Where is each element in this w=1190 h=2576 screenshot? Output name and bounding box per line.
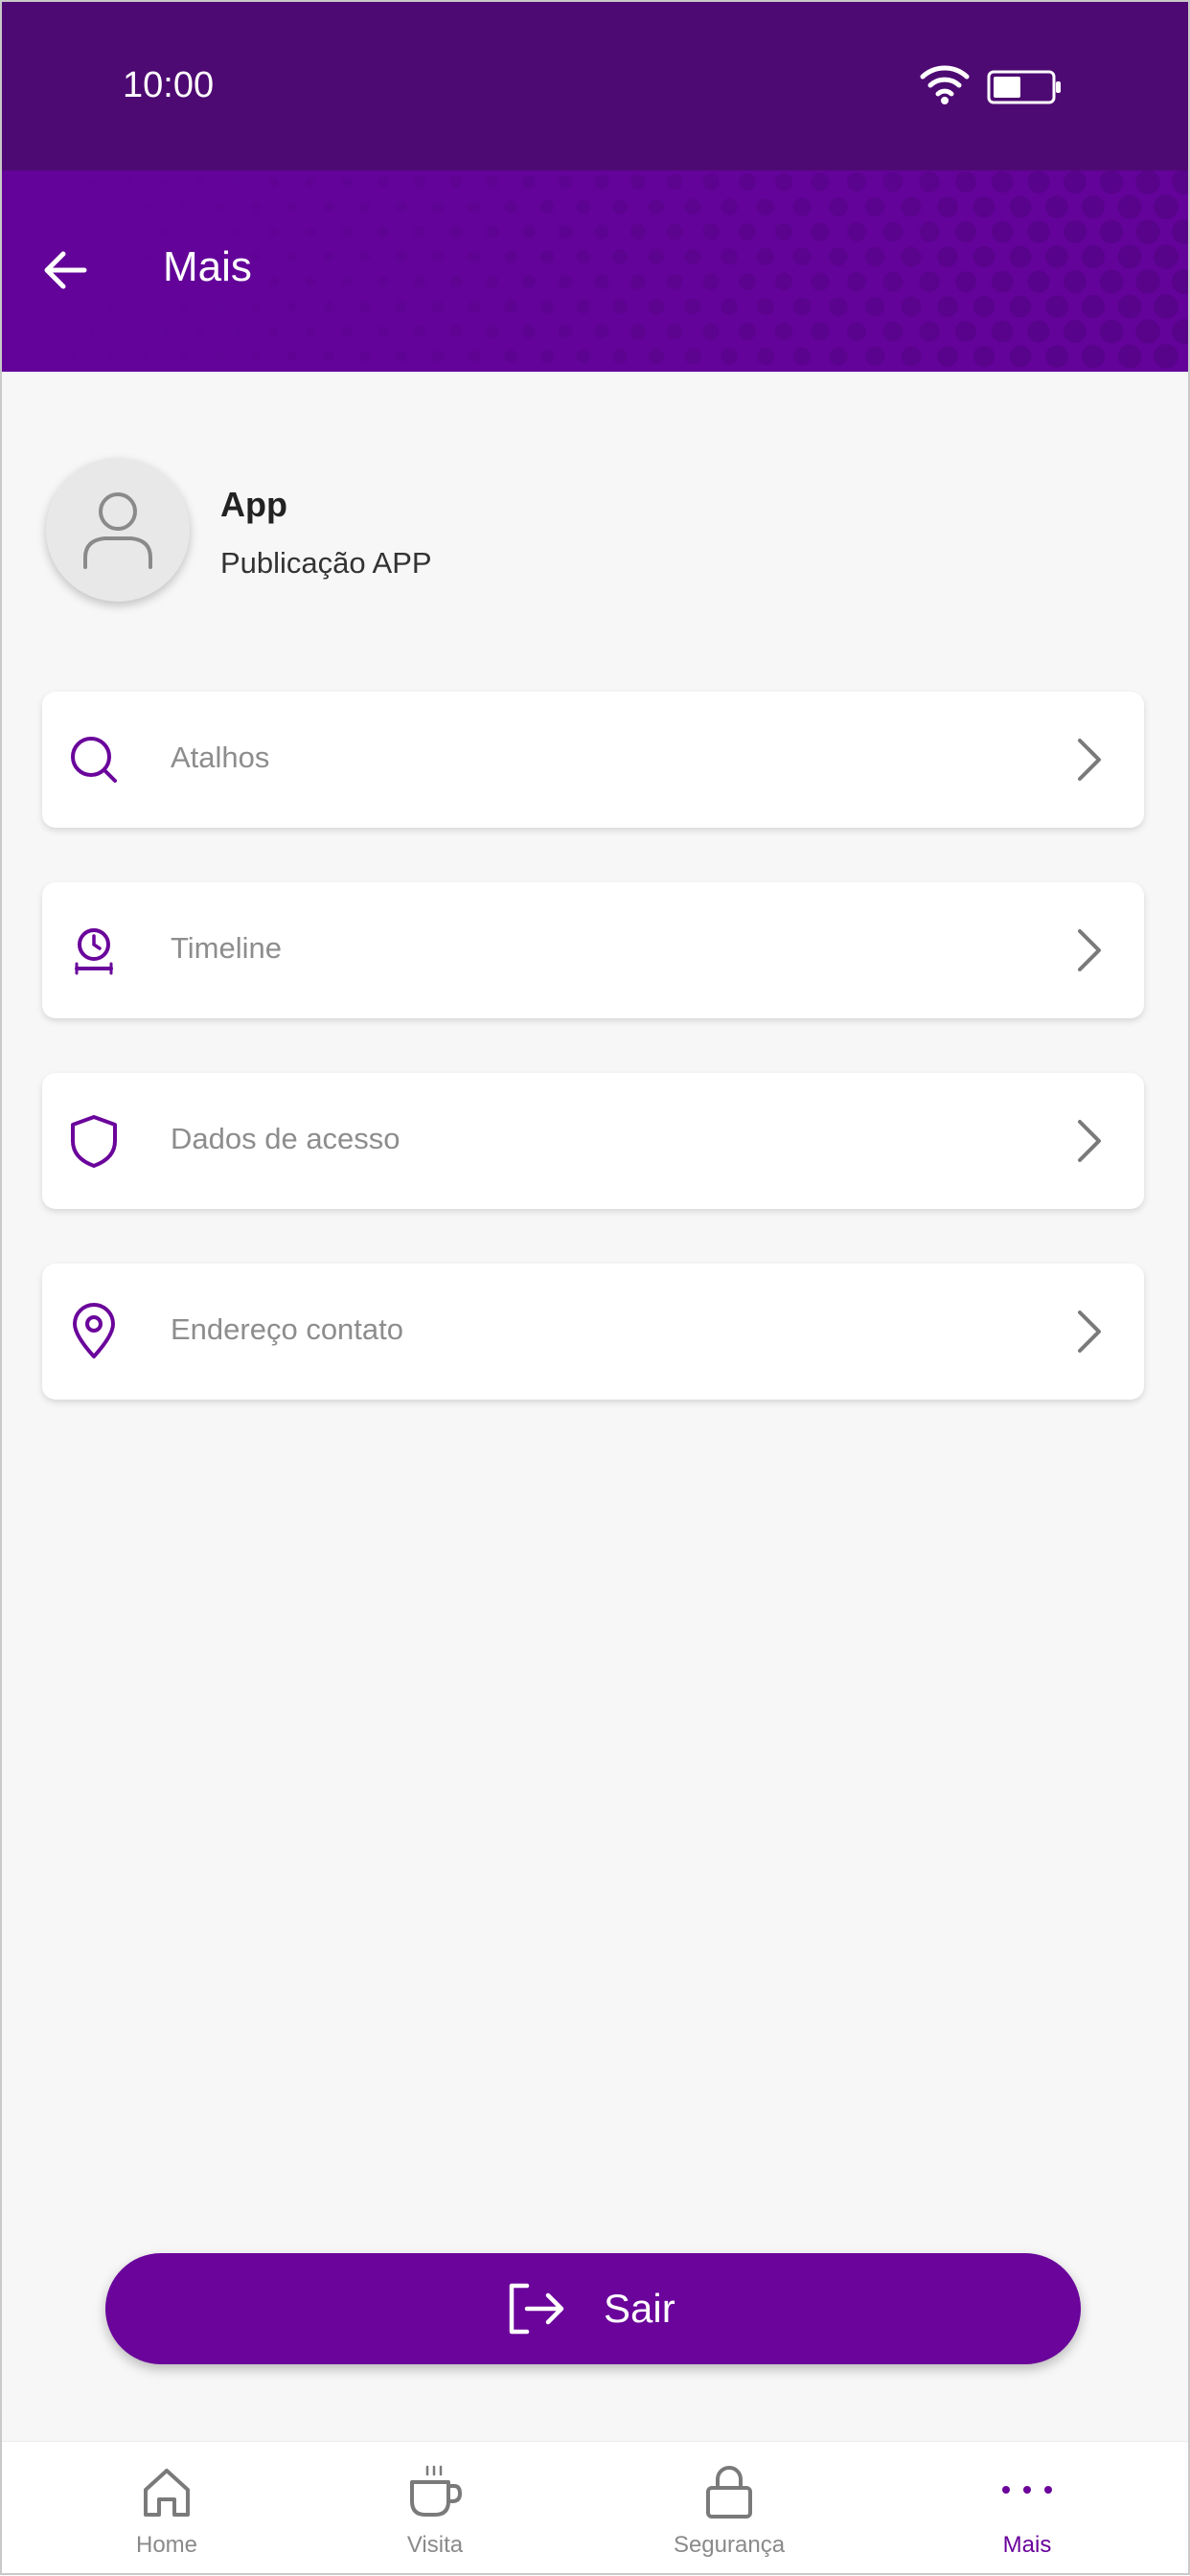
nav-label: Segurança (633, 2532, 825, 2559)
page-title: Mais (163, 243, 252, 291)
profile-name: App (220, 485, 287, 525)
menu-item-label: Atalhos (171, 741, 269, 775)
menu-item-endereco-contato[interactable]: Endereço contato (42, 1264, 1144, 1400)
wifi-icon (920, 63, 970, 105)
nav-item-mais[interactable]: Mais (931, 2442, 1123, 2576)
nav-item-visita[interactable]: Visita (339, 2442, 531, 2576)
nav-label: Mais (931, 2532, 1123, 2559)
timeline-clock-icon (65, 922, 123, 979)
shield-icon (65, 1112, 123, 1170)
location-pin-icon (65, 1303, 123, 1360)
status-bar: 10:00 (0, 0, 1190, 171)
avatar[interactable] (46, 458, 190, 602)
menu-item-timeline[interactable]: Timeline (42, 882, 1144, 1018)
more-dots-icon (998, 2463, 1056, 2520)
menu-item-label: Endereço contato (171, 1312, 403, 1347)
coffee-cup-icon (406, 2463, 464, 2520)
search-icon (65, 731, 123, 788)
battery-icon (987, 69, 1064, 105)
nav-item-seguranca[interactable]: Segurança (633, 2442, 825, 2576)
chevron-right-icon (1064, 1116, 1113, 1166)
home-icon (138, 2463, 195, 2520)
nav-label: Home (71, 2532, 263, 2559)
status-time: 10:00 (123, 65, 214, 106)
bottom-nav: Home Visita Segurança Mais (0, 2441, 1190, 2576)
menu-item-label: Timeline (171, 931, 282, 966)
lock-icon (700, 2463, 758, 2520)
profile-subtitle: Publicação APP (220, 546, 432, 581)
menu-item-dados-de-acesso[interactable]: Dados de acesso (42, 1073, 1144, 1209)
user-icon (81, 489, 154, 571)
logout-button[interactable]: Sair (105, 2253, 1081, 2364)
menu-item-atalhos[interactable]: Atalhos (42, 692, 1144, 828)
chevron-right-icon (1064, 1307, 1113, 1356)
logout-icon (506, 2282, 567, 2336)
back-arrow-icon[interactable] (36, 241, 94, 299)
nav-item-home[interactable]: Home (71, 2442, 263, 2576)
logout-label: Sair (604, 2286, 675, 2332)
nav-label: Visita (339, 2532, 531, 2559)
menu-item-label: Dados de acesso (171, 1122, 400, 1156)
chevron-right-icon (1064, 735, 1113, 785)
chevron-right-icon (1064, 925, 1113, 975)
